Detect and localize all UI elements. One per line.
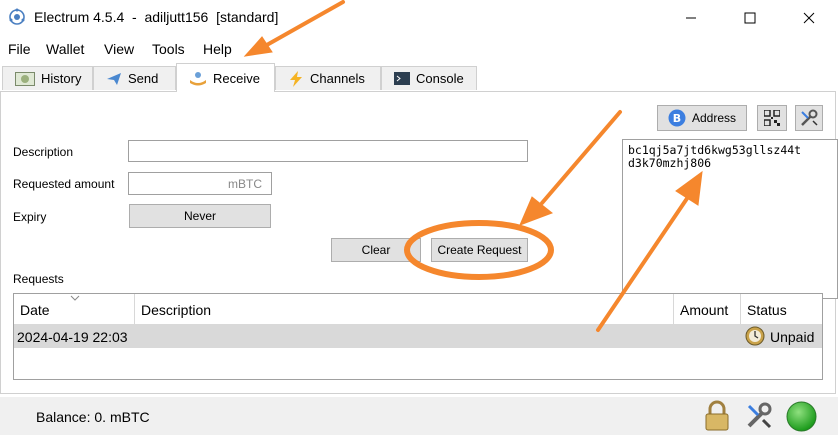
column-header-label: Status xyxy=(747,302,787,318)
balance-text: Balance: 0. mBTC xyxy=(36,409,150,425)
maximize-button[interactable] xyxy=(727,0,773,36)
network-status-icon[interactable] xyxy=(786,401,817,432)
close-icon xyxy=(803,12,815,24)
lightning-icon xyxy=(290,70,302,87)
description-input[interactable] xyxy=(128,140,528,162)
expiry-combo[interactable]: Never xyxy=(129,204,271,228)
expiry-label: Expiry xyxy=(13,210,47,224)
create-request-button[interactable]: Create Request xyxy=(431,238,528,262)
address-toggle-button[interactable]: B Address xyxy=(657,105,747,131)
window-title: Electrum 4.5.4 - adiljutt156 [standard] xyxy=(34,9,279,25)
tab-label: Send xyxy=(128,71,159,86)
menu-help[interactable]: Help xyxy=(203,41,232,57)
requests-label: Requests xyxy=(13,272,64,286)
amount-unit: mBTC xyxy=(228,177,262,191)
tab-label: Receive xyxy=(213,70,260,86)
address-toggle-label: Address xyxy=(691,111,737,125)
sort-indicator-icon xyxy=(70,295,80,301)
maximize-icon xyxy=(744,12,756,24)
receive-icon xyxy=(190,72,206,86)
tools-icon xyxy=(801,109,818,126)
close-button[interactable] xyxy=(786,0,832,36)
minimize-button[interactable] xyxy=(668,0,714,36)
minimize-icon xyxy=(686,17,696,19)
tab-label: Channels xyxy=(310,71,365,86)
lock-icon[interactable] xyxy=(703,400,731,432)
menu-view[interactable]: View xyxy=(104,41,134,57)
tab-channels[interactable]: Channels xyxy=(275,66,381,90)
svg-text:B: B xyxy=(673,112,681,125)
tab-label: History xyxy=(41,71,82,86)
column-header-amount[interactable]: Amount xyxy=(674,294,741,324)
unpaid-clock-icon xyxy=(745,326,765,346)
menu-tools[interactable]: Tools xyxy=(152,41,185,57)
requested-amount-label: Requested amount xyxy=(13,177,115,191)
tab-console[interactable]: Console xyxy=(381,66,477,90)
send-icon xyxy=(107,72,121,85)
tab-send[interactable]: Send xyxy=(93,66,176,90)
menu-file[interactable]: File xyxy=(8,41,31,57)
menu-wallet[interactable]: Wallet xyxy=(46,41,84,57)
preferences-icon[interactable] xyxy=(745,402,773,430)
qr-code-icon xyxy=(764,110,780,126)
request-date: 2024-04-19 22:03 xyxy=(17,329,128,345)
column-header-description[interactable]: Description xyxy=(135,294,674,324)
table-row[interactable] xyxy=(14,324,822,348)
console-icon xyxy=(394,72,410,85)
clear-button[interactable]: Clear xyxy=(331,238,421,262)
electrum-logo-icon xyxy=(9,8,25,25)
column-header-date[interactable]: Date xyxy=(14,294,135,324)
column-header-label: Amount xyxy=(680,302,729,318)
tab-history[interactable]: History xyxy=(2,66,93,90)
amount-input[interactable]: mBTC xyxy=(128,172,272,195)
bitcoin-icon: B xyxy=(668,109,686,127)
qr-code-button[interactable] xyxy=(757,105,787,131)
address-display[interactable]: bc1qj5a7jtd6kwg53gllsz44t d3k70mzhj806 xyxy=(622,139,838,299)
description-label: Description xyxy=(13,145,74,159)
tab-receive[interactable]: Receive xyxy=(176,63,275,92)
tab-label: Console xyxy=(416,71,464,86)
history-icon xyxy=(15,71,35,86)
tools-menu-button[interactable] xyxy=(795,105,823,131)
column-header-label: Date xyxy=(20,302,50,318)
column-header-status[interactable]: Status xyxy=(741,294,822,324)
column-header-label: Description xyxy=(141,302,212,318)
request-status: Unpaid xyxy=(770,329,815,345)
